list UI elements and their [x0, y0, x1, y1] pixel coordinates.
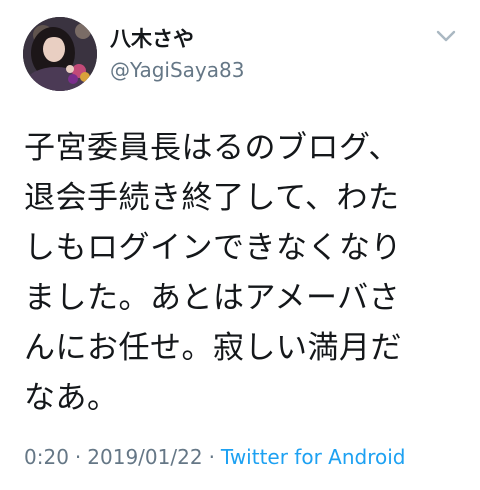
tweet-card: 八木さや @YagiSaya83 子宮委員長はるのブログ、 退会手続き終了して、… [0, 0, 480, 490]
tweet-text: 子宮委員長はるのブログ、 退会手続き終了して、わた しもログインできなくなり ま… [24, 123, 464, 423]
chevron-down-icon[interactable] [432, 25, 460, 47]
meta-separator: · [208, 445, 215, 469]
meta-separator: · [74, 445, 82, 469]
tweet-text-line: 子宮委員長はるのブログ、 [24, 130, 400, 166]
tweet-text-line: しもログインできなくなり [24, 230, 402, 266]
avatar[interactable] [23, 17, 97, 91]
tweet-text-line: ました。あとはアメーバさ [24, 280, 401, 316]
display-name[interactable]: 八木さや [110, 27, 194, 52]
tweet-date[interactable]: 2019/01/22 [87, 445, 202, 469]
tweet-text-line: なあ。 [24, 380, 119, 416]
tweet-time[interactable]: 0:20 [24, 445, 69, 469]
tweet-text-line: 退会手続き終了して、わた [24, 180, 400, 216]
tweet-text-line: んにお任せ。寂しい満月だ [24, 330, 402, 366]
tweet-source-link[interactable]: Twitter for Android [221, 445, 406, 469]
user-handle[interactable]: @YagiSaya83 [110, 58, 244, 82]
profile-photo-icon [23, 17, 97, 91]
tweet-meta: 0:20 · 2019/01/22 · Twitter for Android [24, 445, 406, 469]
